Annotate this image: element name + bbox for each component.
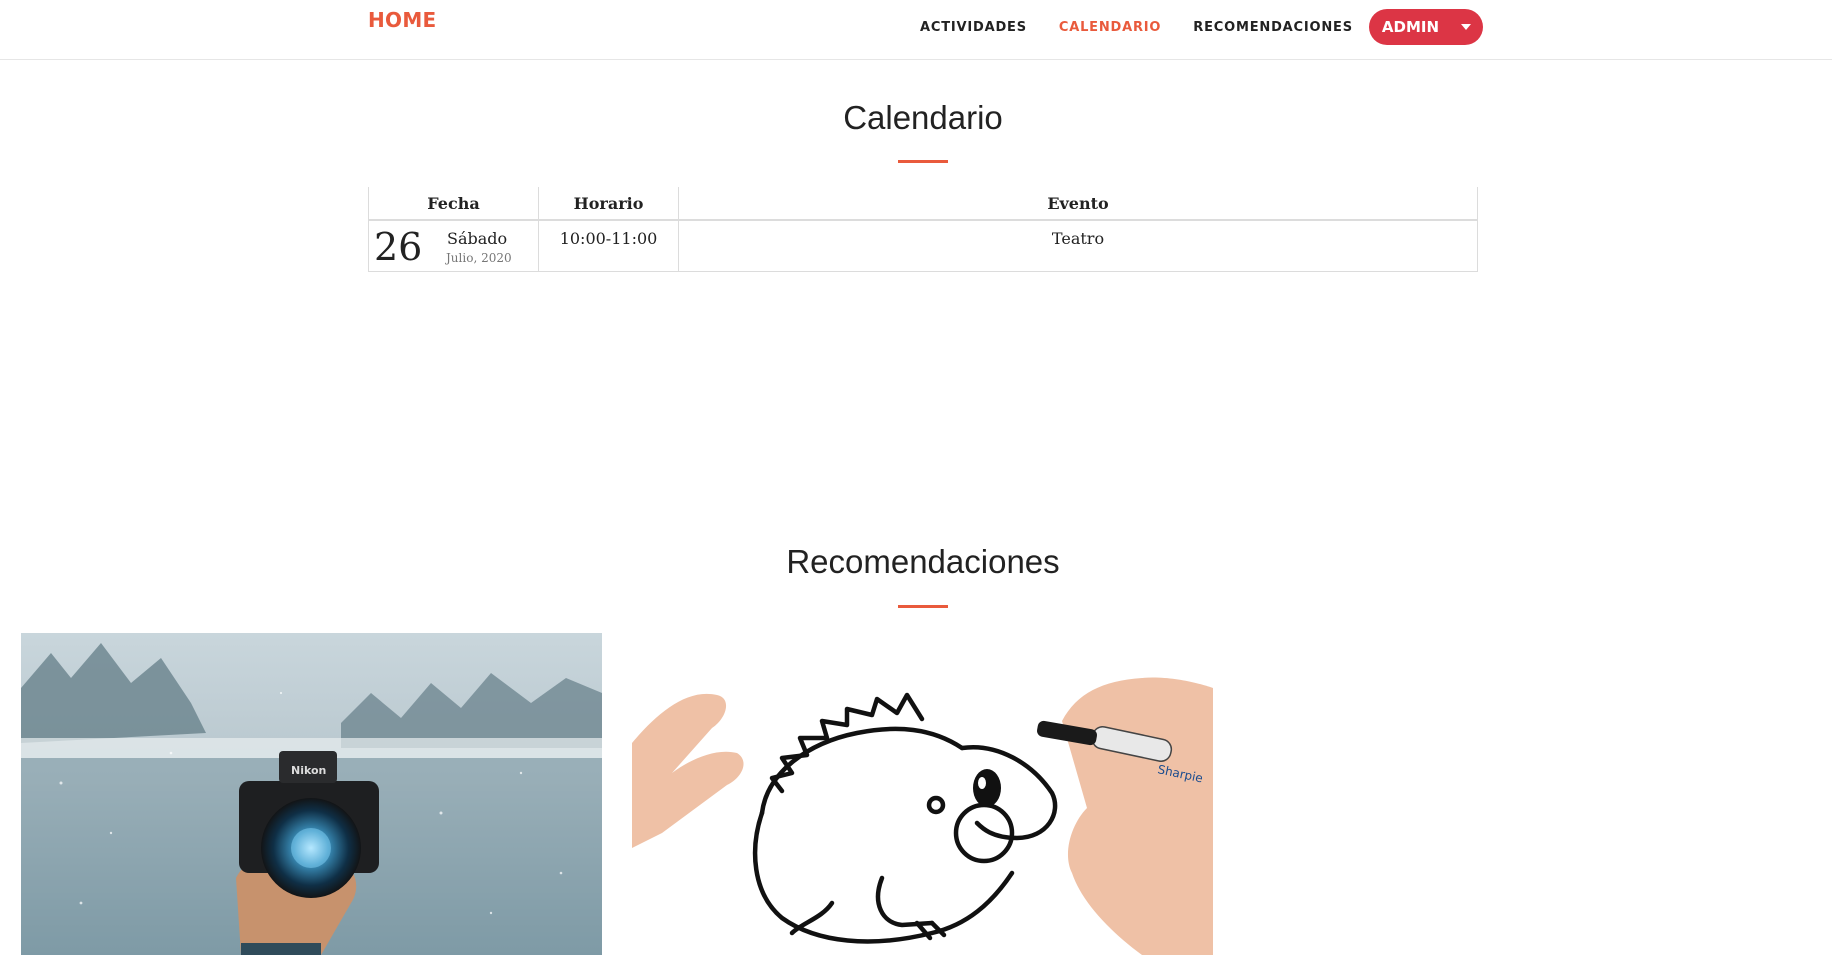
event-cell: Teatro: [678, 219, 1478, 272]
recommendation-card-drawing[interactable]: Sharpie: [632, 633, 1213, 955]
caret-down-icon: [1461, 24, 1472, 30]
admin-label: ADMIN: [1381, 18, 1440, 36]
recommendation-card-photography[interactable]: Nikon: [21, 633, 602, 955]
date-cell: 26 Sábado Julio, 2020: [368, 219, 539, 272]
time-text: 10:00-11:00: [559, 229, 658, 248]
admin-dropdown-button[interactable]: ADMIN: [1368, 9, 1484, 45]
calendar-row: 26 Sábado Julio, 2020 10:00-11:00 Teatro: [368, 219, 1478, 272]
calendar-table: Fecha Horario Evento 26 Sábado Julio, 20…: [368, 187, 1478, 272]
nav-link-recomendaciones[interactable]: RECOMENDACIONES: [1193, 20, 1353, 35]
header-horario: Horario: [538, 187, 679, 221]
recommendations-title: Recomendaciones: [786, 543, 1060, 580]
camera-lake-image: Nikon: [21, 633, 602, 955]
calendar-title-underline: [898, 160, 948, 163]
time-cell: 10:00-11:00: [538, 219, 679, 272]
calendar-title: Calendario: [843, 99, 1003, 136]
navbar: HOME ACTIVIDADES CALENDARIO RECOMENDACIO…: [0, 0, 1832, 60]
nav-link-actividades[interactable]: ACTIVIDADES: [920, 20, 1027, 35]
month-year: Julio, 2020: [446, 251, 512, 265]
nav-link-calendario[interactable]: CALENDARIO: [1059, 20, 1161, 35]
nav-links: ACTIVIDADES CALENDARIO RECOMENDACIONES A…: [920, 0, 1484, 54]
iguana-drawing-image: Sharpie: [632, 633, 1213, 955]
recommendations-title-underline: [898, 605, 948, 608]
event-text: Teatro: [1051, 229, 1105, 248]
weekday: Sábado: [447, 229, 508, 248]
home-link[interactable]: HOME: [368, 8, 437, 32]
svg-text:Nikon: Nikon: [291, 764, 326, 777]
header-fecha: Fecha: [368, 187, 539, 221]
day-number: 26: [374, 225, 423, 269]
header-evento: Evento: [678, 187, 1478, 221]
calendar-header-row: Fecha Horario Evento: [368, 187, 1478, 221]
